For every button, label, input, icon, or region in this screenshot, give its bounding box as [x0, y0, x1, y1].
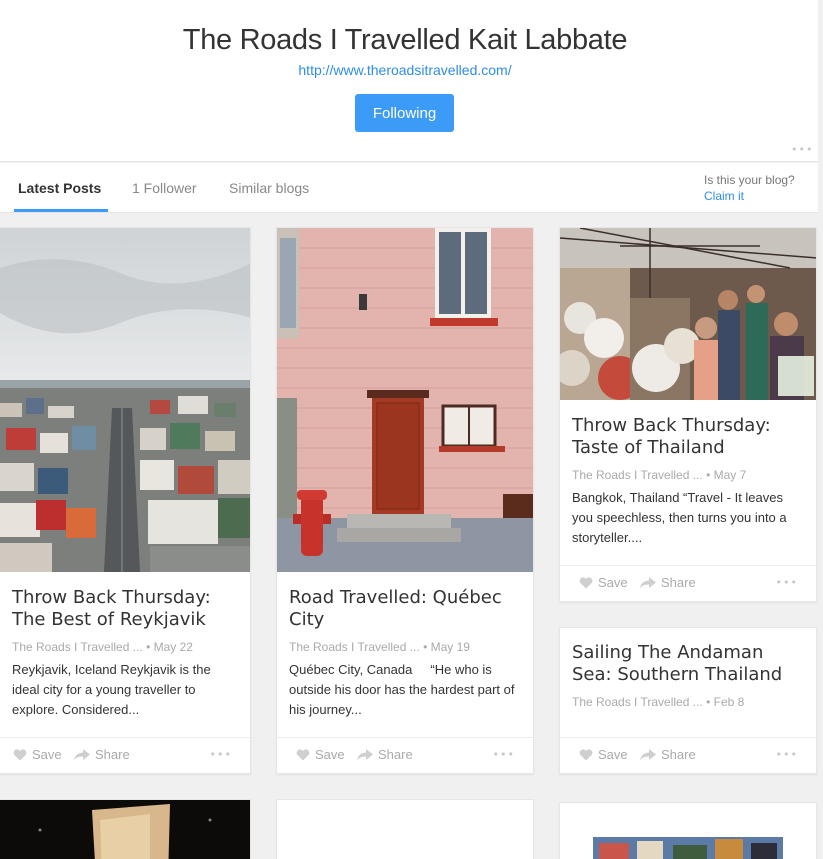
tab-latest-posts[interactable]: Latest Posts	[18, 180, 101, 196]
post-date: May 7	[713, 468, 747, 482]
save-button[interactable]: Save	[296, 747, 345, 762]
share-arrow-icon	[74, 748, 90, 760]
post-image-night[interactable]	[0, 800, 250, 859]
blog-url-link[interactable]: http://www.theroadsitravelled.com/	[0, 62, 810, 78]
post-more-icon[interactable]: •••	[210, 748, 232, 761]
share-label: Share	[378, 747, 413, 762]
post-card[interactable]	[276, 799, 534, 859]
post-source[interactable]: The Roads I Travelled ...	[289, 640, 420, 654]
blog-title: The Roads I Travelled Kait Labbate	[182, 24, 628, 56]
claim-question: Is this your blog?	[704, 173, 795, 187]
post-title[interactable]: Throw Back Thursday: The Best of Reykjav…	[12, 587, 238, 631]
blog-header: The Roads I Travelled Kait Labbate http:…	[0, 0, 818, 162]
share-label: Share	[661, 747, 696, 762]
post-meta: The Roads I Travelled ... • Feb 8	[572, 695, 744, 709]
share-button[interactable]: Share	[640, 575, 696, 590]
post-card[interactable]: Throw Back Thursday: Taste of Thailand T…	[559, 227, 817, 602]
quebec-photo	[277, 228, 533, 572]
post-meta: The Roads I Travelled ... • May 22	[12, 640, 193, 654]
share-button[interactable]: Share	[640, 747, 696, 762]
share-label: Share	[95, 747, 130, 762]
meta-separator: •	[702, 468, 714, 482]
save-button[interactable]: Save	[579, 747, 628, 762]
post-title[interactable]: Road Travelled: Québec City	[289, 587, 521, 631]
post-actions: Save Share •••	[560, 565, 816, 601]
save-button[interactable]: Save	[579, 575, 628, 590]
post-actions: Save Share •••	[277, 737, 533, 773]
post-actions: Save Share •••	[0, 737, 250, 773]
post-more-icon[interactable]: •••	[776, 576, 798, 589]
post-source[interactable]: The Roads I Travelled ...	[572, 468, 703, 482]
share-arrow-icon	[640, 576, 656, 588]
post-image-quebec[interactable]	[277, 228, 533, 572]
tab-followers[interactable]: 1 Follower	[132, 180, 197, 196]
post-source[interactable]: The Roads I Travelled ...	[12, 640, 143, 654]
share-button[interactable]: Share	[74, 747, 130, 762]
save-label: Save	[315, 747, 345, 762]
heart-icon	[579, 748, 593, 760]
blog-tabs: Latest Posts 1 Follower Similar blogs Is…	[0, 163, 818, 213]
post-excerpt: Reykjavik, Iceland Reykjavik is the idea…	[12, 662, 211, 717]
post-date: Feb 8	[713, 695, 745, 709]
share-button[interactable]: Share	[357, 747, 413, 762]
reykjavik-photo	[0, 228, 250, 572]
post-more-icon[interactable]: •••	[493, 748, 515, 761]
post-excerpt: Québec City, Canada “He who is outside h…	[289, 662, 519, 717]
heart-icon	[579, 576, 593, 588]
save-label: Save	[598, 747, 628, 762]
post-card[interactable]: Throw Back Thursday: The Best of Reykjav…	[0, 227, 251, 774]
save-button[interactable]: Save	[13, 747, 62, 762]
save-label: Save	[598, 575, 628, 590]
street-photo	[593, 837, 783, 859]
thailand-market-photo	[560, 228, 816, 400]
post-actions: Save Share •••	[560, 737, 816, 773]
heart-icon	[13, 748, 27, 760]
save-label: Save	[32, 747, 62, 762]
post-meta: The Roads I Travelled ... • May 7	[572, 468, 746, 482]
meta-separator: •	[142, 640, 154, 654]
post-card[interactable]: Road Travelled: Québec City The Roads I …	[276, 227, 534, 774]
post-title[interactable]: Sailing The Andaman Sea: Southern Thaila…	[572, 642, 804, 686]
post-card[interactable]	[0, 799, 251, 859]
post-card[interactable]: Sailing The Andaman Sea: Southern Thaila…	[559, 627, 817, 774]
post-image-thailand[interactable]	[560, 228, 816, 400]
post-title[interactable]: Throw Back Thursday: Taste of Thailand	[572, 415, 804, 459]
post-card[interactable]	[559, 802, 817, 859]
share-arrow-icon	[640, 748, 656, 760]
following-button[interactable]: Following	[355, 94, 454, 132]
post-more-icon[interactable]: •••	[776, 748, 798, 761]
meta-separator: •	[702, 695, 714, 709]
post-date: May 19	[430, 640, 470, 654]
post-excerpt: Bangkok, Thailand “Travel - It leaves yo…	[572, 490, 787, 545]
tab-similar-blogs[interactable]: Similar blogs	[229, 180, 309, 196]
post-image-reykjavik[interactable]	[0, 228, 250, 572]
post-meta: The Roads I Travelled ... • May 19	[289, 640, 470, 654]
header-more-icon[interactable]: •••	[791, 143, 813, 156]
night-photo	[0, 800, 250, 859]
claim-it-link[interactable]: Claim it	[704, 189, 744, 203]
post-source[interactable]: The Roads I Travelled ...	[572, 695, 703, 709]
meta-separator: •	[419, 640, 431, 654]
share-label: Share	[661, 575, 696, 590]
heart-icon	[296, 748, 310, 760]
post-date: May 22	[153, 640, 193, 654]
active-tab-indicator	[14, 209, 108, 212]
share-arrow-icon	[357, 748, 373, 760]
